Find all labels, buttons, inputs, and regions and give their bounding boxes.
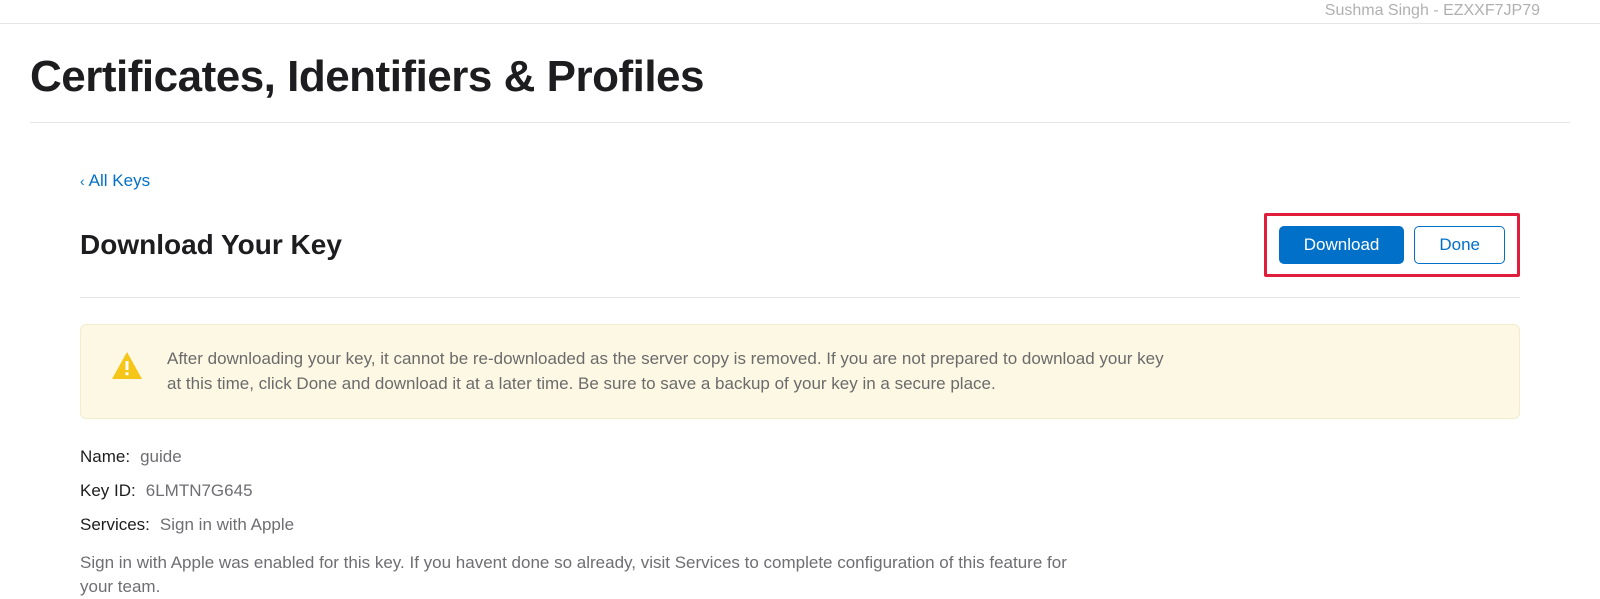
services-label: Services:	[80, 515, 150, 535]
detail-row-services: Services: Sign in with Apple	[80, 515, 1520, 535]
page-title: Certificates, Identifiers & Profiles	[30, 24, 1570, 123]
name-label: Name:	[80, 447, 130, 467]
account-info: Sushma Singh - EZXXF7JP79	[1325, 2, 1540, 20]
subheader-row: Download Your Key Download Done	[80, 213, 1520, 298]
sub-title: Download Your Key	[80, 229, 342, 261]
config-note: Sign in with Apple was enabled for this …	[80, 551, 1080, 599]
alert-text: After downloading your key, it cannot be…	[167, 347, 1167, 396]
keyid-label: Key ID:	[80, 481, 136, 501]
warning-alert: After downloading your key, it cannot be…	[80, 324, 1520, 419]
action-buttons-highlight: Download Done	[1264, 213, 1520, 277]
warning-icon	[109, 349, 145, 385]
keyid-value: 6LMTN7G645	[146, 481, 253, 501]
key-details: Name: guide Key ID: 6LMTN7G645 Services:…	[80, 447, 1520, 599]
done-button[interactable]: Done	[1414, 226, 1505, 264]
container: Certificates, Identifiers & Profiles ‹ A…	[0, 24, 1600, 599]
top-bar: Sushma Singh - EZXXF7JP79	[0, 0, 1600, 24]
services-value: Sign in with Apple	[160, 515, 294, 535]
content-area: ‹ All Keys Download Your Key Download Do…	[30, 171, 1570, 599]
detail-row-name: Name: guide	[80, 447, 1520, 467]
back-link-all-keys[interactable]: ‹ All Keys	[80, 171, 150, 191]
chevron-left-icon: ‹	[80, 173, 85, 189]
detail-row-keyid: Key ID: 6LMTN7G645	[80, 481, 1520, 501]
name-value: guide	[140, 447, 182, 467]
back-link-label: All Keys	[89, 171, 150, 191]
download-button[interactable]: Download	[1279, 226, 1405, 264]
